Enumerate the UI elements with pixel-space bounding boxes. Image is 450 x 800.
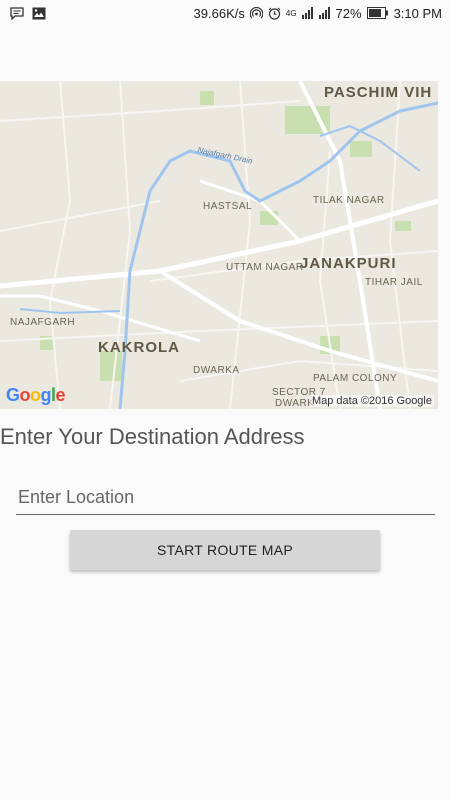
google-logo: Google (6, 385, 66, 406)
status-right: 39.66K/s 4G 72% 3:10 PM (194, 6, 450, 21)
map-label-tilak-nagar: TILAK NAGAR (313, 195, 385, 206)
map-label-dwark: DWARK (275, 398, 315, 409)
hotspot-icon (249, 6, 263, 20)
map-label-tihar-jail: TIHAR JAIL (365, 277, 423, 288)
map-label-najafgarh: NAJAFGARH (10, 317, 76, 328)
google-logo-letter: e (55, 385, 66, 405)
google-logo-letter: o (19, 385, 31, 405)
status-left (0, 6, 46, 20)
map-view[interactable]: PASCHIM VIH Najafgarh Drain HASTSAL TILA… (0, 81, 438, 409)
destination-title: Enter Your Destination Address (0, 424, 305, 449)
map-label-uttam-nagar: UTTAM NAGAR (226, 262, 304, 273)
alarm-icon (268, 7, 281, 20)
network-type: 4G (285, 8, 297, 18)
status-bar: 39.66K/s 4G 72% 3:10 PM (0, 0, 450, 26)
battery-icon (366, 7, 389, 19)
image-notification-icon (32, 7, 46, 20)
google-logo-letter: g (40, 385, 52, 405)
google-logo-letter: G (6, 385, 20, 405)
signal-icon-sim2 (318, 7, 331, 19)
map-label-kakrola: KAKROLA (98, 339, 180, 356)
map-label-paschim-vihar: PASCHIM VIH (324, 84, 433, 101)
google-logo-letter: o (30, 385, 41, 405)
map-label-palam-colony: PALAM COLONY (313, 373, 398, 384)
map-label-janakpuri: JANAKPURI (300, 255, 397, 272)
map-label-hastsal: HASTSAL (203, 201, 253, 212)
map-label-dwarka: DWARKA (193, 365, 240, 376)
location-input[interactable] (16, 482, 437, 512)
map-tiles (0, 81, 438, 409)
location-input-wrapper (16, 482, 437, 515)
clock: 3:10 PM (393, 5, 442, 21)
battery-percent: 72% (335, 5, 362, 21)
map-attribution: Map data ©2016 Google (309, 395, 434, 407)
signal-icon-sim1 (301, 7, 314, 19)
start-route-map-button[interactable]: START ROUTE MAP (70, 530, 380, 570)
network-speed: 39.66K/s (193, 5, 245, 21)
chat-notification-icon (10, 6, 24, 20)
